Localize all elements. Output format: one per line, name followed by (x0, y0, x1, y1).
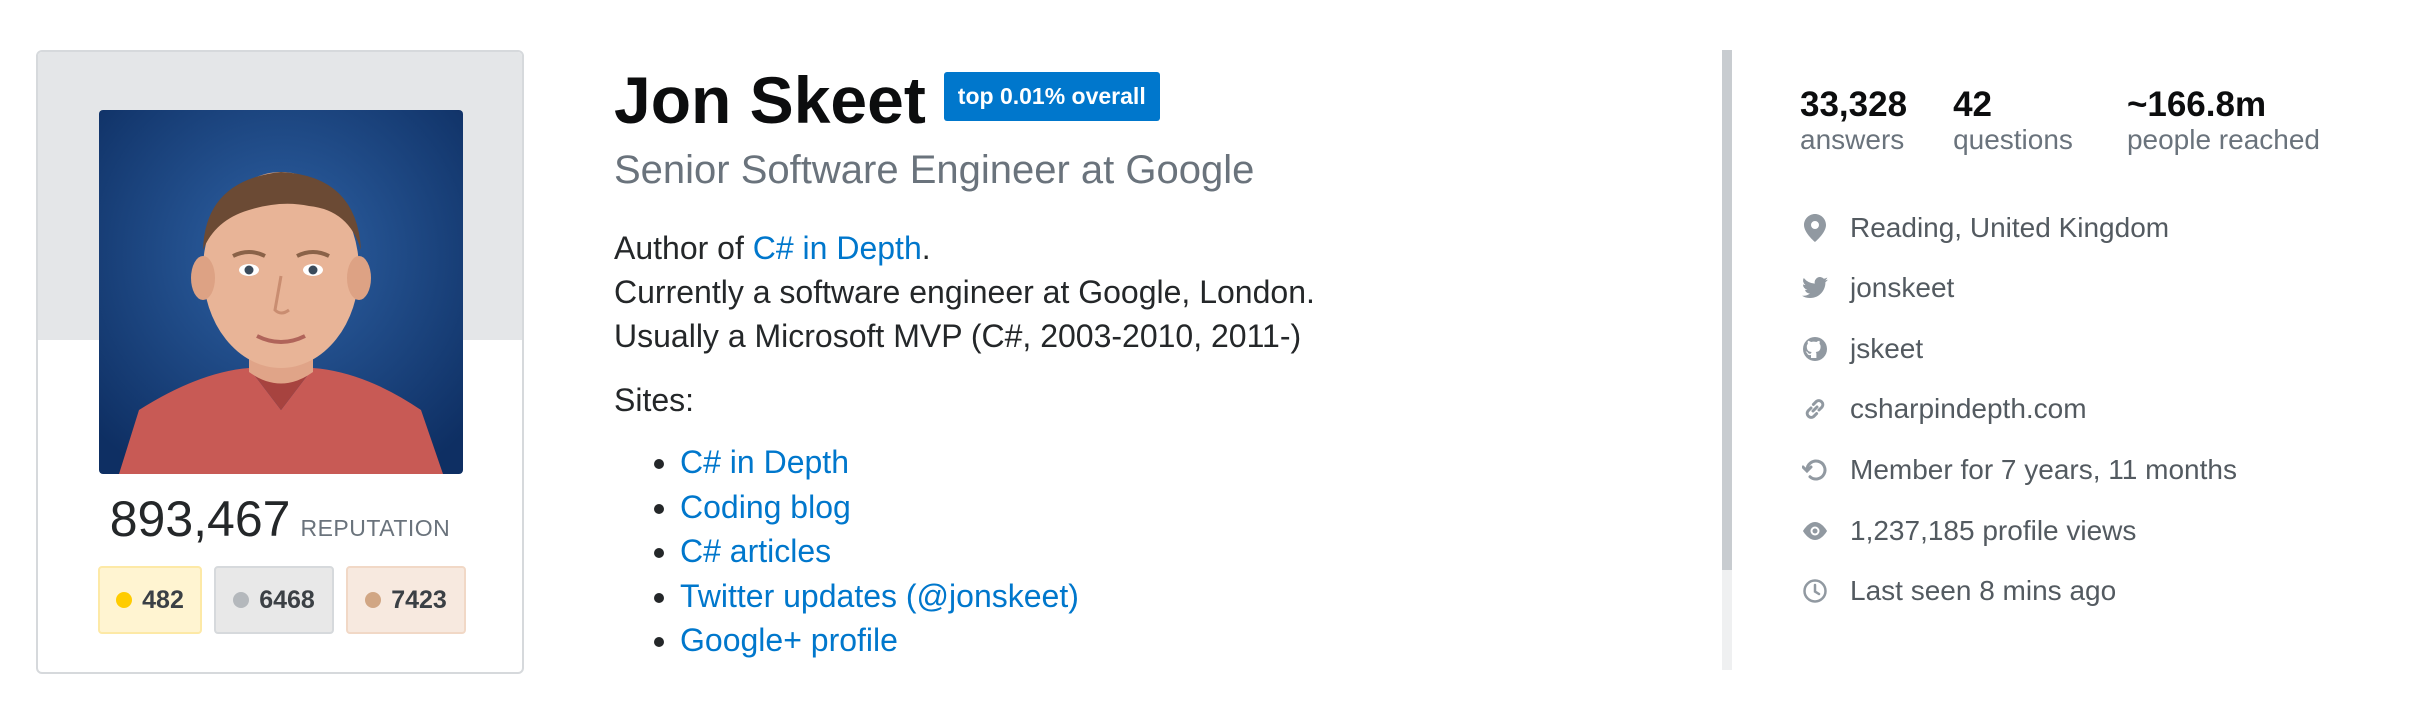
info-last-seen-text: Last seen 8 mins ago (1850, 575, 2117, 607)
history-icon (1800, 455, 1830, 485)
user-name: Jon Skeet (614, 63, 926, 137)
info-github-text: jskeet (1850, 332, 1924, 364)
info-last-seen: Last seen 8 mins ago (1800, 561, 2400, 622)
info-website[interactable]: csharpindepth.com (1800, 379, 2400, 440)
eye-icon (1800, 516, 1830, 546)
stat-questions[interactable]: 42 questions (1953, 85, 2073, 155)
stat-answers[interactable]: 33,328 answers (1800, 85, 1908, 155)
link-icon (1800, 394, 1830, 424)
profile-card: 893,467 REPUTATION 482 6468 7423 (36, 50, 524, 674)
site-link-google-plus[interactable]: Google+ profile (680, 622, 898, 658)
name-row: Jon Skeet top 0.01% overall (614, 60, 1674, 140)
info-profile-views-text: 1,237,185 profile views (1850, 514, 2137, 546)
info-list: Reading, United Kingdom jonskeet jskeet … (1800, 197, 2400, 621)
silver-badge-count: 6468 (259, 585, 315, 614)
job-title: Senior Software Engineer at Google (614, 148, 1255, 192)
stat-questions-value: 42 (1953, 85, 1992, 124)
bio-line-current-job: Currently a software engineer at Google,… (614, 274, 1315, 310)
avatar[interactable] (99, 110, 463, 474)
reputation-label: REPUTATION (300, 515, 451, 541)
avatar-image (99, 110, 463, 474)
profile-main: Jon Skeet top 0.01% overall Senior Softw… (614, 60, 1674, 663)
info-member-since-text: Member for 7 years, 11 months (1850, 453, 2237, 485)
divider (1722, 50, 1732, 570)
silver-badge-icon (233, 592, 250, 608)
stat-people-reached-value: ~166.8m (2126, 85, 2267, 124)
site-link-csharp-articles[interactable]: C# articles (680, 533, 831, 569)
info-location: Reading, United Kingdom (1800, 197, 2400, 258)
list-item: Google+ profile (680, 618, 1674, 663)
github-icon (1800, 334, 1830, 364)
info-location-text: Reading, United Kingdom (1850, 211, 2170, 243)
profile-sidebar: 33,328 answers 42 questions ~166.8m peop… (1800, 85, 2400, 621)
site-link-twitter[interactable]: Twitter updates (@jonskeet) (680, 578, 1079, 614)
sites-list: C# in Depth Coding blog C# articles Twit… (614, 440, 1674, 663)
list-item: C# in Depth (680, 440, 1674, 485)
bronze-badge[interactable]: 7423 (346, 566, 466, 634)
stat-questions-label: questions (1953, 123, 2073, 155)
badge-counts: 482 6468 7423 (98, 566, 466, 634)
twitter-icon (1800, 273, 1830, 303)
list-item: Coding blog (680, 485, 1674, 530)
stat-people-reached: ~166.8m people reached (2126, 85, 2320, 155)
stat-answers-value: 33,328 (1800, 85, 1908, 124)
divider-fade (1722, 570, 1732, 670)
reputation: 893,467 REPUTATION (38, 490, 522, 548)
site-link-csharp-in-depth[interactable]: C# in Depth (680, 444, 849, 480)
stat-people-reached-label: people reached (2126, 123, 2320, 155)
stat-answers-label: answers (1800, 123, 1905, 155)
bio-author-prefix: Author of (614, 230, 753, 266)
clock-icon (1800, 576, 1830, 606)
location-pin-icon (1800, 213, 1830, 243)
bio-book-link[interactable]: C# in Depth (753, 230, 922, 266)
sites-label: Sites: (614, 382, 695, 418)
silver-badge[interactable]: 6468 (214, 566, 334, 634)
reputation-value: 893,467 (109, 491, 291, 547)
site-link-coding-blog[interactable]: Coding blog (680, 489, 851, 525)
bio-line-author: Author of C# in Depth. (614, 226, 1674, 270)
stats-row: 33,328 answers 42 questions ~166.8m peop… (1800, 85, 2400, 155)
gold-badge-icon (116, 592, 133, 608)
bio-author-suffix: . (921, 230, 931, 266)
bronze-badge-icon (365, 592, 382, 608)
bio: Author of C# in Depth. Currently a softw… (614, 226, 1674, 358)
info-github[interactable]: jskeet (1800, 318, 2400, 379)
bronze-badge-count: 7423 (391, 585, 447, 614)
list-item: Twitter updates (@jonskeet) (680, 574, 1674, 619)
list-item: C# articles (680, 529, 1674, 574)
gold-badge[interactable]: 482 (98, 566, 202, 634)
gold-badge-count: 482 (142, 585, 184, 614)
rank-tag[interactable]: top 0.01% overall (943, 71, 1160, 121)
bio-line-mvp: Usually a Microsoft MVP (C#, 2003-2010, … (614, 318, 1302, 354)
info-twitter-text: jonskeet (1850, 272, 1955, 304)
info-profile-views: 1,237,185 profile views (1800, 500, 2400, 561)
info-member-since: Member for 7 years, 11 months (1800, 440, 2400, 501)
info-twitter[interactable]: jonskeet (1800, 258, 2400, 319)
info-website-text: csharpindepth.com (1850, 393, 2087, 425)
